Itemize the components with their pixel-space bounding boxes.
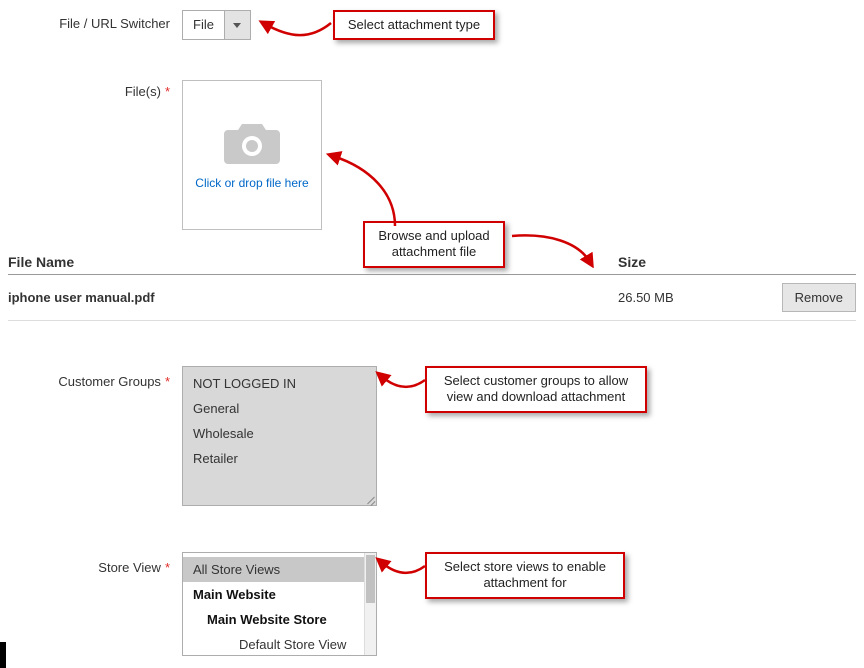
- list-item[interactable]: NOT LOGGED IN: [183, 371, 376, 396]
- upload-text: Click or drop file here: [195, 176, 308, 192]
- switcher-value: File: [183, 11, 224, 39]
- switcher-label: File / URL Switcher: [0, 16, 170, 31]
- required-asterisk: *: [165, 374, 170, 389]
- list-item[interactable]: Default Store View: [183, 632, 364, 657]
- remove-button[interactable]: Remove: [782, 283, 856, 312]
- switcher-dropdown-button[interactable]: [224, 11, 250, 39]
- file-upload-dropzone[interactable]: Click or drop file here: [182, 80, 322, 230]
- arrow-icon: [375, 366, 430, 400]
- files-label: File(s): [125, 84, 161, 99]
- customer-groups-label: Customer Groups: [58, 374, 161, 389]
- file-name-cell: iphone user manual.pdf: [8, 290, 618, 305]
- resize-handle-icon[interactable]: [365, 494, 375, 504]
- store-view-label-wrap: Store View *: [0, 560, 170, 575]
- chevron-down-icon: [233, 23, 241, 28]
- customer-groups-listbox[interactable]: NOT LOGGED IN General Wholesale Retailer: [182, 366, 377, 506]
- annotation-switcher: Select attachment type: [333, 10, 495, 40]
- list-item[interactable]: All Store Views: [183, 557, 364, 582]
- required-asterisk: *: [165, 560, 170, 575]
- table-row: iphone user manual.pdf 26.50 MB Remove: [8, 275, 856, 321]
- scrollbar-thumb[interactable]: [366, 555, 375, 603]
- file-size-cell: 26.50 MB: [618, 290, 782, 305]
- arrow-icon: [255, 10, 335, 50]
- arrow-icon: [375, 552, 430, 586]
- col-header-size: Size: [618, 248, 856, 275]
- list-item[interactable]: Retailer: [183, 446, 376, 471]
- customer-groups-label-wrap: Customer Groups *: [0, 374, 170, 389]
- files-label-wrap: File(s) *: [0, 84, 170, 99]
- list-item[interactable]: Wholesale: [183, 421, 376, 446]
- required-asterisk: *: [165, 84, 170, 99]
- camera-icon: [220, 118, 284, 166]
- list-item[interactable]: Main Website Store: [183, 607, 364, 632]
- store-view-listbox[interactable]: All Store Views Main Website Main Websit…: [182, 552, 377, 656]
- list-item[interactable]: General: [183, 396, 376, 421]
- scrollbar[interactable]: [364, 553, 376, 655]
- switcher-select[interactable]: File: [182, 10, 251, 40]
- annotation-store-view: Select store views to enableattachment f…: [425, 552, 625, 599]
- col-header-name: File Name: [8, 248, 618, 275]
- edge-sliver: [0, 642, 6, 668]
- store-view-label: Store View: [98, 560, 161, 575]
- annotation-customer-groups: Select customer groups to allowview and …: [425, 366, 647, 413]
- list-item[interactable]: Main Website: [183, 582, 364, 607]
